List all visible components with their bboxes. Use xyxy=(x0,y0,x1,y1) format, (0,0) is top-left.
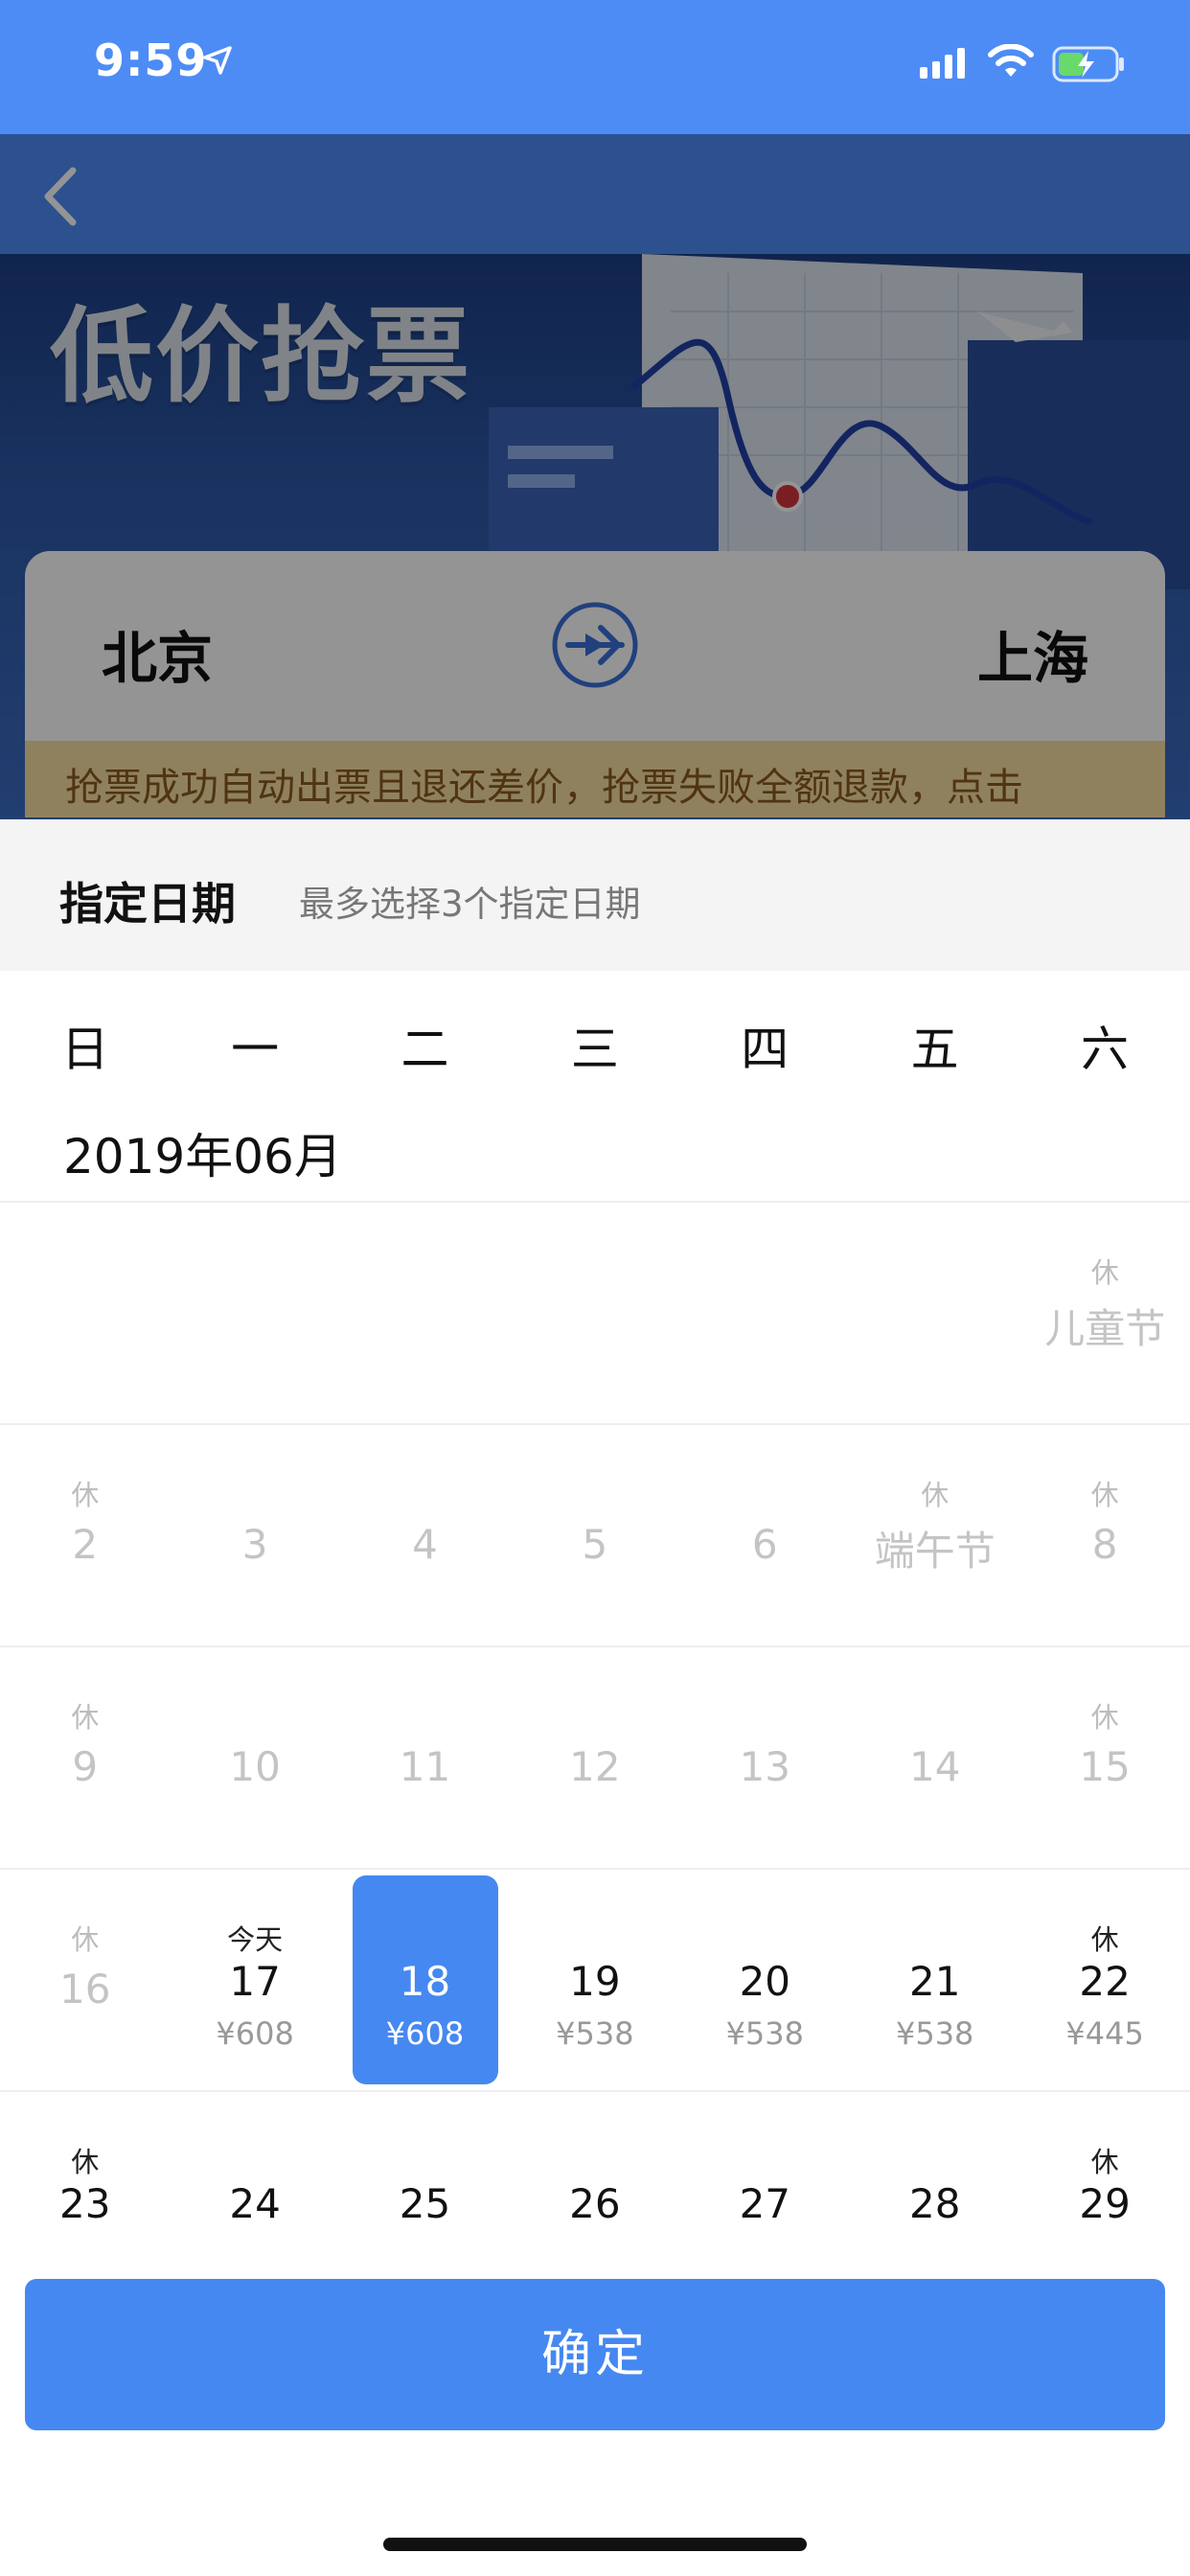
holiday-tag: 休 xyxy=(71,1479,100,1511)
weekday-tue: 二 xyxy=(400,1022,449,1077)
day-number: 17 xyxy=(229,1958,281,2005)
day-number: 16 xyxy=(58,1966,111,2012)
calendar-day: 5 xyxy=(510,1425,679,1645)
day-number: 19 xyxy=(569,1958,621,2005)
wifi-icon xyxy=(988,44,1034,77)
weekday-mon: 一 xyxy=(231,1022,280,1077)
status-time: 9:59 xyxy=(94,34,208,86)
battery-charging-icon xyxy=(1052,46,1124,82)
holiday-tag: 休 xyxy=(1090,1479,1119,1511)
holiday-tag: 休 xyxy=(1090,1256,1119,1289)
holiday-tag: 休 xyxy=(71,1923,100,1956)
festival-label: 儿童节 xyxy=(1044,1305,1166,1352)
calendar-day: 6 xyxy=(680,1425,850,1645)
weekday-sat: 六 xyxy=(1081,1022,1130,1077)
calendar-day-jun-1: 休 儿童节 xyxy=(1020,1203,1190,1423)
sheet-header: 指定日期 最多选择3个指定日期 xyxy=(0,819,1190,971)
day-number: 28 xyxy=(908,2180,961,2227)
calendar-day: 13 xyxy=(680,1647,850,1868)
weekday-sun: 日 xyxy=(60,1022,109,1077)
day-price: ¥538 xyxy=(725,2015,804,2052)
calendar-day: 休9 xyxy=(0,1647,170,1868)
holiday-tag: 休 xyxy=(1090,2146,1119,2178)
calendar-day: 12 xyxy=(510,1647,679,1868)
weekday-fri: 五 xyxy=(910,1022,959,1077)
day-number: 9 xyxy=(72,1743,99,1790)
calendar-day: 休 15 xyxy=(1019,1647,1189,1868)
calendar-week: 休2 3 4 5 6 休端午节 休8 xyxy=(0,1423,1190,1645)
day-number: 18 xyxy=(399,1958,451,2005)
calendar-day[interactable]: 19 ¥538 xyxy=(510,1870,679,2090)
weekday-wed: 三 xyxy=(570,1022,619,1077)
calendar-week: 休 16 今天 17 ¥608 18 ¥608 19 ¥538 20 ¥538 21 ¥538… xyxy=(0,1868,1190,2090)
day-number: 13 xyxy=(739,1743,791,1790)
calendar-week: 休 儿童节 xyxy=(0,1201,1190,1423)
holiday-tag: 休 xyxy=(71,1701,100,1734)
day-number: 6 xyxy=(751,1521,778,1568)
day-number: 26 xyxy=(569,2180,621,2227)
day-number: 14 xyxy=(908,1743,961,1790)
day-number: 21 xyxy=(908,1958,961,2005)
day-price: ¥538 xyxy=(556,2015,634,2052)
festival-label: 端午节 xyxy=(874,1528,995,1575)
calendar-day-selected[interactable]: 18 ¥608 xyxy=(340,1870,510,2090)
confirm-button[interactable]: 确定 xyxy=(25,2279,1165,2430)
day-price: ¥608 xyxy=(216,2015,294,2052)
day-number: 5 xyxy=(582,1521,608,1568)
weekday-header: 日 一 二 三 四 五 六 xyxy=(0,1011,1190,1088)
weekday-thu: 四 xyxy=(741,1022,790,1077)
calendar-day: 3 xyxy=(170,1425,339,1645)
day-number: 29 xyxy=(1079,2180,1131,2227)
calendar-day: 休端午节 xyxy=(850,1425,1019,1645)
status-bar: 9:59 xyxy=(0,0,1190,134)
calendar-day[interactable]: 休 22 ¥445 xyxy=(1019,1870,1189,2090)
day-number: 10 xyxy=(229,1743,281,1790)
calendar-day[interactable]: 20 ¥538 xyxy=(680,1870,850,2090)
sheet-subtitle: 最多选择3个指定日期 xyxy=(299,884,641,925)
day-number: 3 xyxy=(241,1521,268,1568)
day-number: 2 xyxy=(72,1521,99,1568)
location-arrow-icon xyxy=(203,46,232,75)
day-number: 25 xyxy=(399,2180,451,2227)
day-number: 4 xyxy=(412,1521,438,1568)
day-number: 20 xyxy=(739,1958,791,2005)
calendar-day: 休8 xyxy=(1019,1425,1189,1645)
home-indicator xyxy=(383,2538,807,2551)
holiday-tag: 休 xyxy=(1090,1701,1119,1734)
holiday-tag: 休 xyxy=(71,2146,100,2178)
calendar-day: 4 xyxy=(340,1425,510,1645)
modal-backdrop[interactable] xyxy=(0,134,1190,819)
day-price: ¥538 xyxy=(895,2015,974,2052)
day-number: 23 xyxy=(58,2180,111,2227)
calendar-day-today[interactable]: 今天 17 ¥608 xyxy=(170,1870,339,2090)
calendar-day: 休 16 xyxy=(0,1870,170,2090)
today-tag: 今天 xyxy=(227,1923,284,1956)
holiday-tag: 休 xyxy=(921,1479,950,1511)
day-number: 8 xyxy=(1091,1521,1118,1568)
calendar-day[interactable]: 21 ¥538 xyxy=(850,1870,1019,2090)
day-number: 22 xyxy=(1079,1958,1131,2005)
holiday-tag: 休 xyxy=(1090,1923,1119,1956)
day-number: 15 xyxy=(1079,1743,1131,1790)
day-number: 27 xyxy=(739,2180,791,2227)
month-label: 2019年06月 xyxy=(63,1129,342,1184)
day-price: ¥608 xyxy=(385,2015,465,2052)
day-number: 12 xyxy=(569,1743,621,1790)
calendar-day: 10 xyxy=(170,1647,339,1868)
day-number: 24 xyxy=(229,2180,281,2227)
day-price: ¥445 xyxy=(1065,2015,1144,2052)
calendar-week: 休9 10 11 12 13 14 休 15 xyxy=(0,1645,1190,1868)
calendar-day: 11 xyxy=(340,1647,510,1868)
day-number: 11 xyxy=(399,1743,451,1790)
cellular-signal-icon xyxy=(920,48,965,79)
calendar-day: 14 xyxy=(850,1647,1019,1868)
calendar-day: 休2 xyxy=(0,1425,170,1645)
sheet-title: 指定日期 xyxy=(59,878,236,930)
